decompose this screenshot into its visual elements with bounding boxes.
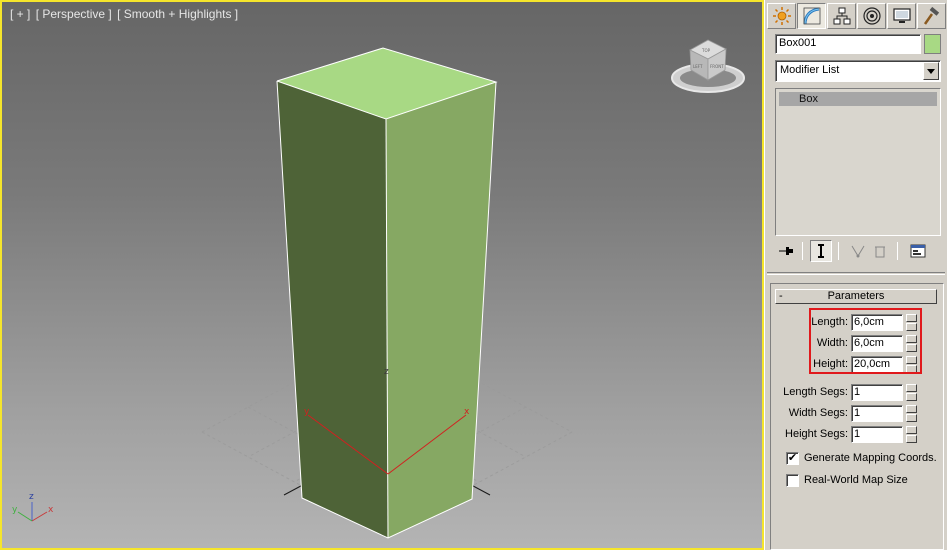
object-name-field[interactable]: Box001 [775, 34, 921, 54]
hierarchy-tab[interactable] [827, 3, 856, 29]
real-world-map-label[interactable]: Real-World Map Size [804, 474, 908, 486]
perspective-viewport[interactable]: x y z z x y [ + ] [ Perspective ] [ Smoo… [0, 0, 764, 550]
viewport-label[interactable]: [ + ] [ Perspective ] [ Smooth + Highlig… [10, 7, 240, 21]
modify-tab[interactable] [797, 3, 826, 29]
stack-item-box[interactable]: Box [779, 92, 937, 106]
chevron-down-icon[interactable] [923, 62, 939, 80]
object-color-swatch[interactable] [924, 34, 941, 54]
pivot-x-label: x [464, 407, 470, 417]
pivot-y-label: y [304, 407, 310, 417]
length-segs-label: Length Segs: [783, 386, 848, 398]
real-world-map-check-icon[interactable] [786, 474, 799, 487]
viewport-menu-plus[interactable]: [ + ] [10, 7, 30, 21]
modifier-list-dropdown[interactable]: Modifier List [775, 60, 941, 82]
height-segs-input[interactable]: 1 [851, 426, 903, 443]
create-tab[interactable] [767, 3, 796, 29]
width-segs-spinner[interactable] [906, 405, 917, 422]
utilities-tab[interactable] [917, 3, 946, 29]
show-end-result-icon[interactable] [810, 240, 832, 262]
modifier-stack[interactable]: Box [775, 88, 941, 236]
pin-stack-icon[interactable] [775, 240, 797, 262]
sun-star-icon [772, 7, 791, 25]
display-monitor-icon [892, 8, 911, 23]
viewcube-front-label: FRONT [710, 64, 724, 69]
pivot-z-label: z [384, 367, 389, 377]
real-world-map-checkbox[interactable]: Real-World Map Size [786, 473, 947, 489]
tripod-y-label: y [12, 505, 18, 515]
viewcube-left-label: LEFT [693, 64, 703, 69]
box-left-face [277, 81, 388, 538]
modifier-list-label: Modifier List [780, 64, 840, 76]
generate-mapping-label[interactable]: Generate Mapping Coords. [804, 452, 937, 464]
hierarchy-icon [833, 7, 850, 25]
dimension-highlight-box [809, 308, 922, 374]
generate-mapping-checkbox[interactable]: ✔ Generate Mapping Coords. [786, 451, 947, 467]
modify-bend-icon [803, 7, 820, 25]
command-panel: Box001 Modifier List Box - Parameters Le… [764, 0, 947, 550]
viewcube-top-label: TOP [701, 48, 711, 53]
display-tab[interactable] [887, 3, 916, 29]
parameters-title: Parameters [827, 290, 885, 302]
box-object[interactable]: x y z [276, 47, 498, 539]
viewport-scene[interactable]: x y z z x y [2, 2, 762, 548]
length-segs-input[interactable]: 1 [851, 384, 903, 401]
motion-circle-icon [862, 7, 881, 25]
length-segs-spinner[interactable] [906, 384, 917, 401]
viewcube-icon[interactable]: TOP LEFT FRONT [670, 32, 746, 98]
panel-divider [767, 272, 945, 275]
width-segs-row: Width Segs: 1 [771, 405, 945, 423]
motion-tab[interactable] [857, 3, 886, 29]
configure-modifier-sets-icon[interactable] [907, 240, 929, 262]
make-unique-icon[interactable] [847, 240, 869, 262]
box-right-face [386, 82, 496, 538]
width-segs-label: Width Segs: [788, 407, 848, 419]
viewport-menu-shading[interactable]: [ Smooth + Highlights ] [117, 7, 238, 21]
generate-mapping-check-icon[interactable]: ✔ [786, 452, 799, 465]
stack-toolbar [775, 240, 941, 262]
length-segs-row: Length Segs: 1 [771, 384, 945, 402]
parameters-rollout-header[interactable]: - Parameters [775, 289, 937, 304]
width-segs-input[interactable]: 1 [851, 405, 903, 422]
tripod-x-label: x [48, 505, 54, 515]
tripod-z-label: z [29, 492, 34, 502]
collapse-icon[interactable]: - [779, 290, 783, 303]
height-segs-spinner[interactable] [906, 426, 917, 443]
height-segs-label: Height Segs: [785, 428, 848, 440]
axis-tripod: z x y [12, 492, 54, 522]
command-panel-tabs [767, 3, 947, 31]
hammer-icon [923, 6, 939, 25]
viewport-menu-perspective[interactable]: [ Perspective ] [36, 7, 112, 21]
remove-modifier-icon[interactable] [869, 240, 891, 262]
height-segs-row: Height Segs: 1 [771, 426, 945, 444]
